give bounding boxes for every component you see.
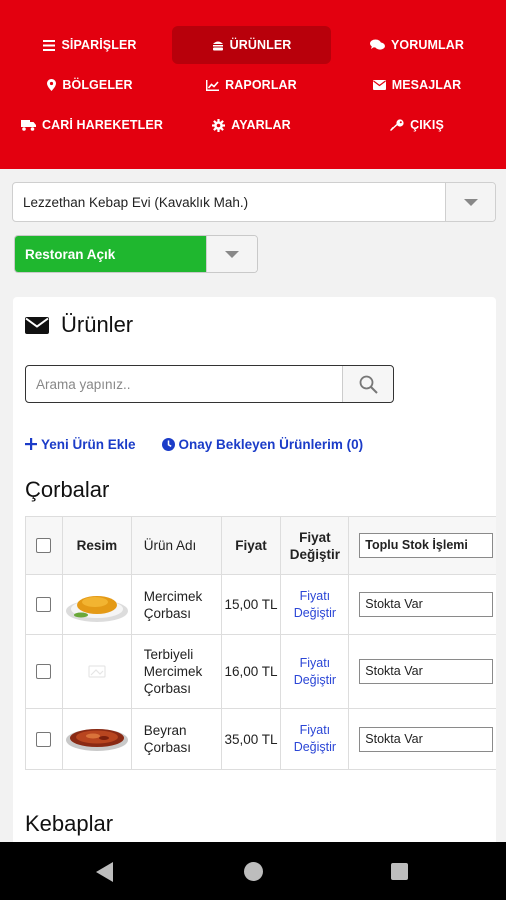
- bulk-stock-select[interactable]: Toplu Stok İşlemi: [359, 533, 494, 558]
- map-marker-icon: [47, 79, 57, 91]
- stock-select[interactable]: Stokta Var: [359, 659, 494, 684]
- nav-label: ÇIKIŞ: [410, 118, 444, 132]
- restaurant-select-value: Lezzethan Kebap Evi (Kavaklık Mah.): [23, 194, 249, 210]
- chevron-down-icon[interactable]: [445, 183, 495, 221]
- product-image: [63, 575, 132, 634]
- product-name: Beyran Çorbası: [132, 709, 222, 769]
- products-table: Resim Ürün Adı Fiyat Fiyat Değiştir Topl…: [25, 516, 496, 770]
- search-box: [25, 365, 394, 403]
- envelope-icon: [372, 80, 386, 90]
- product-price: 35,00 TL: [222, 709, 282, 769]
- change-price-link[interactable]: Fiyatı Değiştir: [281, 722, 348, 756]
- plus-icon: [25, 438, 37, 450]
- product-price: 15,00 TL: [222, 575, 282, 634]
- restaurant-select[interactable]: Lezzethan Kebap Evi (Kavaklık Mah.): [12, 182, 496, 222]
- pending-products-label: Onay Bekleyen Ürünlerim (0): [178, 436, 364, 452]
- table-row: Mercimek Çorbası 15,00 TL Fiyatı Değişti…: [26, 575, 496, 635]
- status-value: Restoran Açık: [15, 236, 208, 272]
- nav-bolgeler[interactable]: BÖLGELER: [20, 66, 160, 104]
- nav-label: AYARLAR: [231, 118, 291, 132]
- stock-select[interactable]: Stokta Var: [359, 592, 494, 617]
- row-checkbox[interactable]: [36, 597, 52, 612]
- nav-label: ÜRÜNLER: [229, 38, 292, 52]
- products-title: Ürünler: [61, 312, 134, 337]
- products-heading: Ürünler: [25, 311, 133, 339]
- top-navigation: SİPARİŞLER ÜRÜNLER YORUMLAR BÖLGELER RAP…: [0, 0, 506, 169]
- add-product-link[interactable]: Yeni Ürün Ekle: [25, 437, 136, 452]
- chevron-down-icon[interactable]: [206, 236, 257, 272]
- add-product-label: Yeni Ürün Ekle: [41, 436, 136, 452]
- category-title: Çorbalar: [25, 477, 110, 502]
- product-image: [63, 635, 132, 708]
- nav-label: YORUMLAR: [390, 38, 465, 52]
- product-actions: Yeni Ürün Ekle Onay Bekleyen Ürünlerim (…: [25, 434, 389, 454]
- comments-icon: [369, 39, 385, 50]
- change-price-link[interactable]: Fiyatı Değiştir: [281, 655, 348, 689]
- table-row: Beyran Çorbası 35,00 TL Fiyatı Değiştir …: [26, 709, 496, 770]
- product-price: 16,00 TL: [222, 635, 282, 708]
- nav-ayarlar[interactable]: AYARLAR: [172, 106, 331, 144]
- nav-cari-hareketler[interactable]: CARİ HAREKETLER: [14, 106, 170, 144]
- placeholder-photo: [88, 664, 106, 678]
- category-title: Kebaplar: [25, 811, 114, 836]
- product-name: Terbiyeli Mercimek Çorbası: [132, 635, 222, 708]
- gear-icon: [212, 118, 226, 132]
- recents-icon[interactable]: [391, 863, 408, 880]
- list-icon: [43, 39, 56, 51]
- clock-icon: [161, 437, 175, 451]
- nav-label: RAPORLAR: [225, 78, 297, 92]
- beyran-soup-photo: [65, 729, 128, 751]
- header-name: Ürün Adı: [132, 517, 222, 574]
- back-icon[interactable]: [96, 862, 114, 882]
- product-name: Mercimek Çorbası: [132, 575, 222, 634]
- chart-icon: [206, 79, 220, 91]
- nav-label: SİPARİŞLER: [61, 38, 137, 52]
- nav-urunler[interactable]: ÜRÜNLER: [172, 26, 331, 64]
- nav-cikis[interactable]: ÇIKIŞ: [342, 106, 492, 144]
- search-button[interactable]: [342, 366, 393, 402]
- nav-label: CARİ HAREKETLER: [42, 118, 163, 132]
- products-card: Ürünler Yeni Ürün Ekle Onay Bekleyen Ürü…: [13, 297, 496, 857]
- burger-icon: [212, 41, 223, 50]
- search-input[interactable]: [26, 366, 342, 402]
- row-checkbox[interactable]: [36, 731, 52, 747]
- home-icon[interactable]: [244, 862, 263, 881]
- nav-mesajlar[interactable]: MESAJLAR: [342, 66, 492, 104]
- select-all-checkbox[interactable]: [36, 538, 52, 553]
- truck-icon: [21, 120, 37, 131]
- pending-products-link[interactable]: Onay Bekleyen Ürünlerim (0): [161, 436, 364, 452]
- header-price: Fiyat: [222, 517, 282, 574]
- stock-select[interactable]: Stokta Var: [359, 726, 494, 752]
- product-image: [63, 709, 132, 769]
- android-navigation-bar: [0, 842, 506, 900]
- change-price-link[interactable]: Fiyatı Değiştir: [281, 588, 348, 622]
- row-checkbox[interactable]: [36, 664, 52, 679]
- restaurant-status-select[interactable]: Restoran Açık: [14, 235, 258, 273]
- table-header: Resim Ürün Adı Fiyat Fiyat Değiştir Topl…: [26, 517, 496, 575]
- header-image: Resim: [63, 517, 132, 574]
- nav-label: MESAJLAR: [391, 78, 462, 92]
- envelope-icon: [25, 316, 49, 334]
- lentil-soup-photo: [65, 595, 128, 622]
- header-change-price: Fiyat Değiştir: [281, 517, 350, 574]
- table-row: Terbiyeli Mercimek Çorbası 16,00 TL Fiya…: [26, 635, 496, 709]
- nav-siparisler[interactable]: SİPARİŞLER: [20, 26, 160, 64]
- nav-raporlar[interactable]: RAPORLAR: [172, 66, 331, 104]
- key-icon: [390, 119, 404, 131]
- nav-yorumlar[interactable]: YORUMLAR: [342, 26, 492, 64]
- search-icon: [359, 375, 378, 394]
- nav-label: BÖLGELER: [62, 78, 133, 92]
